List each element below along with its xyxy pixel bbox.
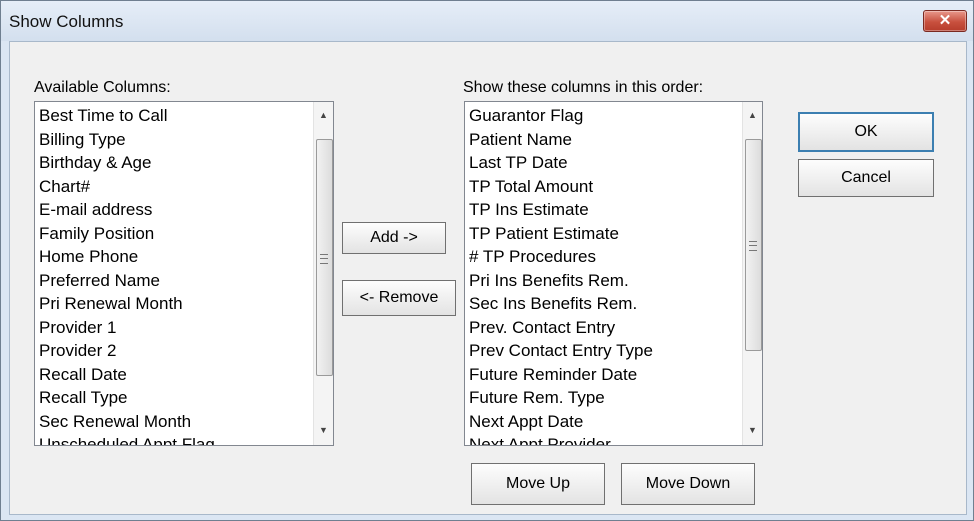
list-item[interactable]: TP Patient Estimate	[469, 222, 740, 246]
list-item[interactable]: Future Reminder Date	[469, 363, 740, 387]
list-item[interactable]: Family Position	[39, 222, 311, 246]
list-item[interactable]: Patient Name	[469, 128, 740, 152]
grip-icon	[320, 253, 328, 264]
list-item[interactable]: Best Time to Call	[39, 104, 311, 128]
ok-button[interactable]: OK	[798, 112, 934, 152]
dialog-body: Available Columns: Best Time to Call Bill…	[9, 41, 967, 515]
scroll-up-arrow-icon[interactable]: ▲	[314, 106, 333, 124]
remove-button[interactable]: <- Remove	[342, 280, 456, 316]
list-item[interactable]: Prev Contact Entry Type	[469, 339, 740, 363]
list-item[interactable]: Sec Ins Benefits Rem.	[469, 292, 740, 316]
scroll-down-arrow-icon[interactable]: ▼	[743, 421, 762, 439]
available-columns-listbox[interactable]: Best Time to Call Billing Type Birthday & …	[34, 101, 334, 446]
scroll-down-arrow-icon[interactable]: ▼	[314, 421, 333, 439]
move-up-button[interactable]: Move Up	[471, 463, 605, 505]
list-item[interactable]: Home Phone	[39, 245, 311, 269]
list-item[interactable]: Birthday & Age	[39, 151, 311, 175]
list-item[interactable]: TP Ins Estimate	[469, 198, 740, 222]
list-item[interactable]: Pri Ins Benefits Rem.	[469, 269, 740, 293]
list-item[interactable]: Chart#	[39, 175, 311, 199]
available-scrollbar[interactable]: ▲ ▼	[313, 102, 333, 445]
move-down-button[interactable]: Move Down	[621, 463, 755, 505]
list-item[interactable]: Last TP Date	[469, 151, 740, 175]
shown-scrollbar[interactable]: ▲ ▼	[742, 102, 762, 445]
cancel-button[interactable]: Cancel	[798, 159, 934, 197]
shown-columns-label: Show these columns in this order:	[463, 79, 704, 96]
available-columns-list: Best Time to Call Billing Type Birthday & …	[39, 104, 311, 445]
dialog-title: Show Columns	[9, 12, 124, 31]
list-item[interactable]: Recall Date	[39, 363, 311, 387]
list-item[interactable]: E-mail address	[39, 198, 311, 222]
list-item[interactable]: Unscheduled Appt Flag	[39, 433, 311, 445]
list-item[interactable]: Billing Type	[39, 128, 311, 152]
list-item[interactable]: Next Appt Date	[469, 410, 740, 434]
close-button[interactable]: ✕	[923, 10, 967, 32]
title-bar[interactable]: Show Columns ✕	[1, 1, 973, 41]
show-columns-dialog: Show Columns ✕ Available Columns: Best T…	[0, 0, 974, 521]
list-item[interactable]: Recall Type	[39, 386, 311, 410]
shown-columns-list: Guarantor Flag Patient Name Last TP Date TP…	[469, 104, 740, 445]
available-columns-label: Available Columns:	[34, 79, 171, 96]
list-item[interactable]: Future Rem. Type	[469, 386, 740, 410]
list-item[interactable]: Guarantor Flag	[469, 104, 740, 128]
list-item[interactable]: Next Appt Provider	[469, 433, 740, 445]
list-item[interactable]: Pri Renewal Month	[39, 292, 311, 316]
list-item[interactable]: Provider 1	[39, 316, 311, 340]
add-button[interactable]: Add ->	[342, 222, 446, 254]
list-item[interactable]: Prev. Contact Entry	[469, 316, 740, 340]
scrollbar-thumb[interactable]	[316, 139, 333, 376]
close-icon: ✕	[938, 12, 952, 29]
list-item[interactable]: Provider 2	[39, 339, 311, 363]
shown-columns-listbox[interactable]: Guarantor Flag Patient Name Last TP Date TP…	[464, 101, 763, 446]
scroll-up-arrow-icon[interactable]: ▲	[743, 106, 762, 124]
list-item[interactable]: Sec Renewal Month	[39, 410, 311, 434]
list-item[interactable]: # TP Procedures	[469, 245, 740, 269]
grip-icon	[749, 241, 757, 251]
list-item[interactable]: Preferred Name	[39, 269, 311, 293]
scrollbar-thumb[interactable]	[745, 139, 762, 351]
list-item[interactable]: TP Total Amount	[469, 175, 740, 199]
